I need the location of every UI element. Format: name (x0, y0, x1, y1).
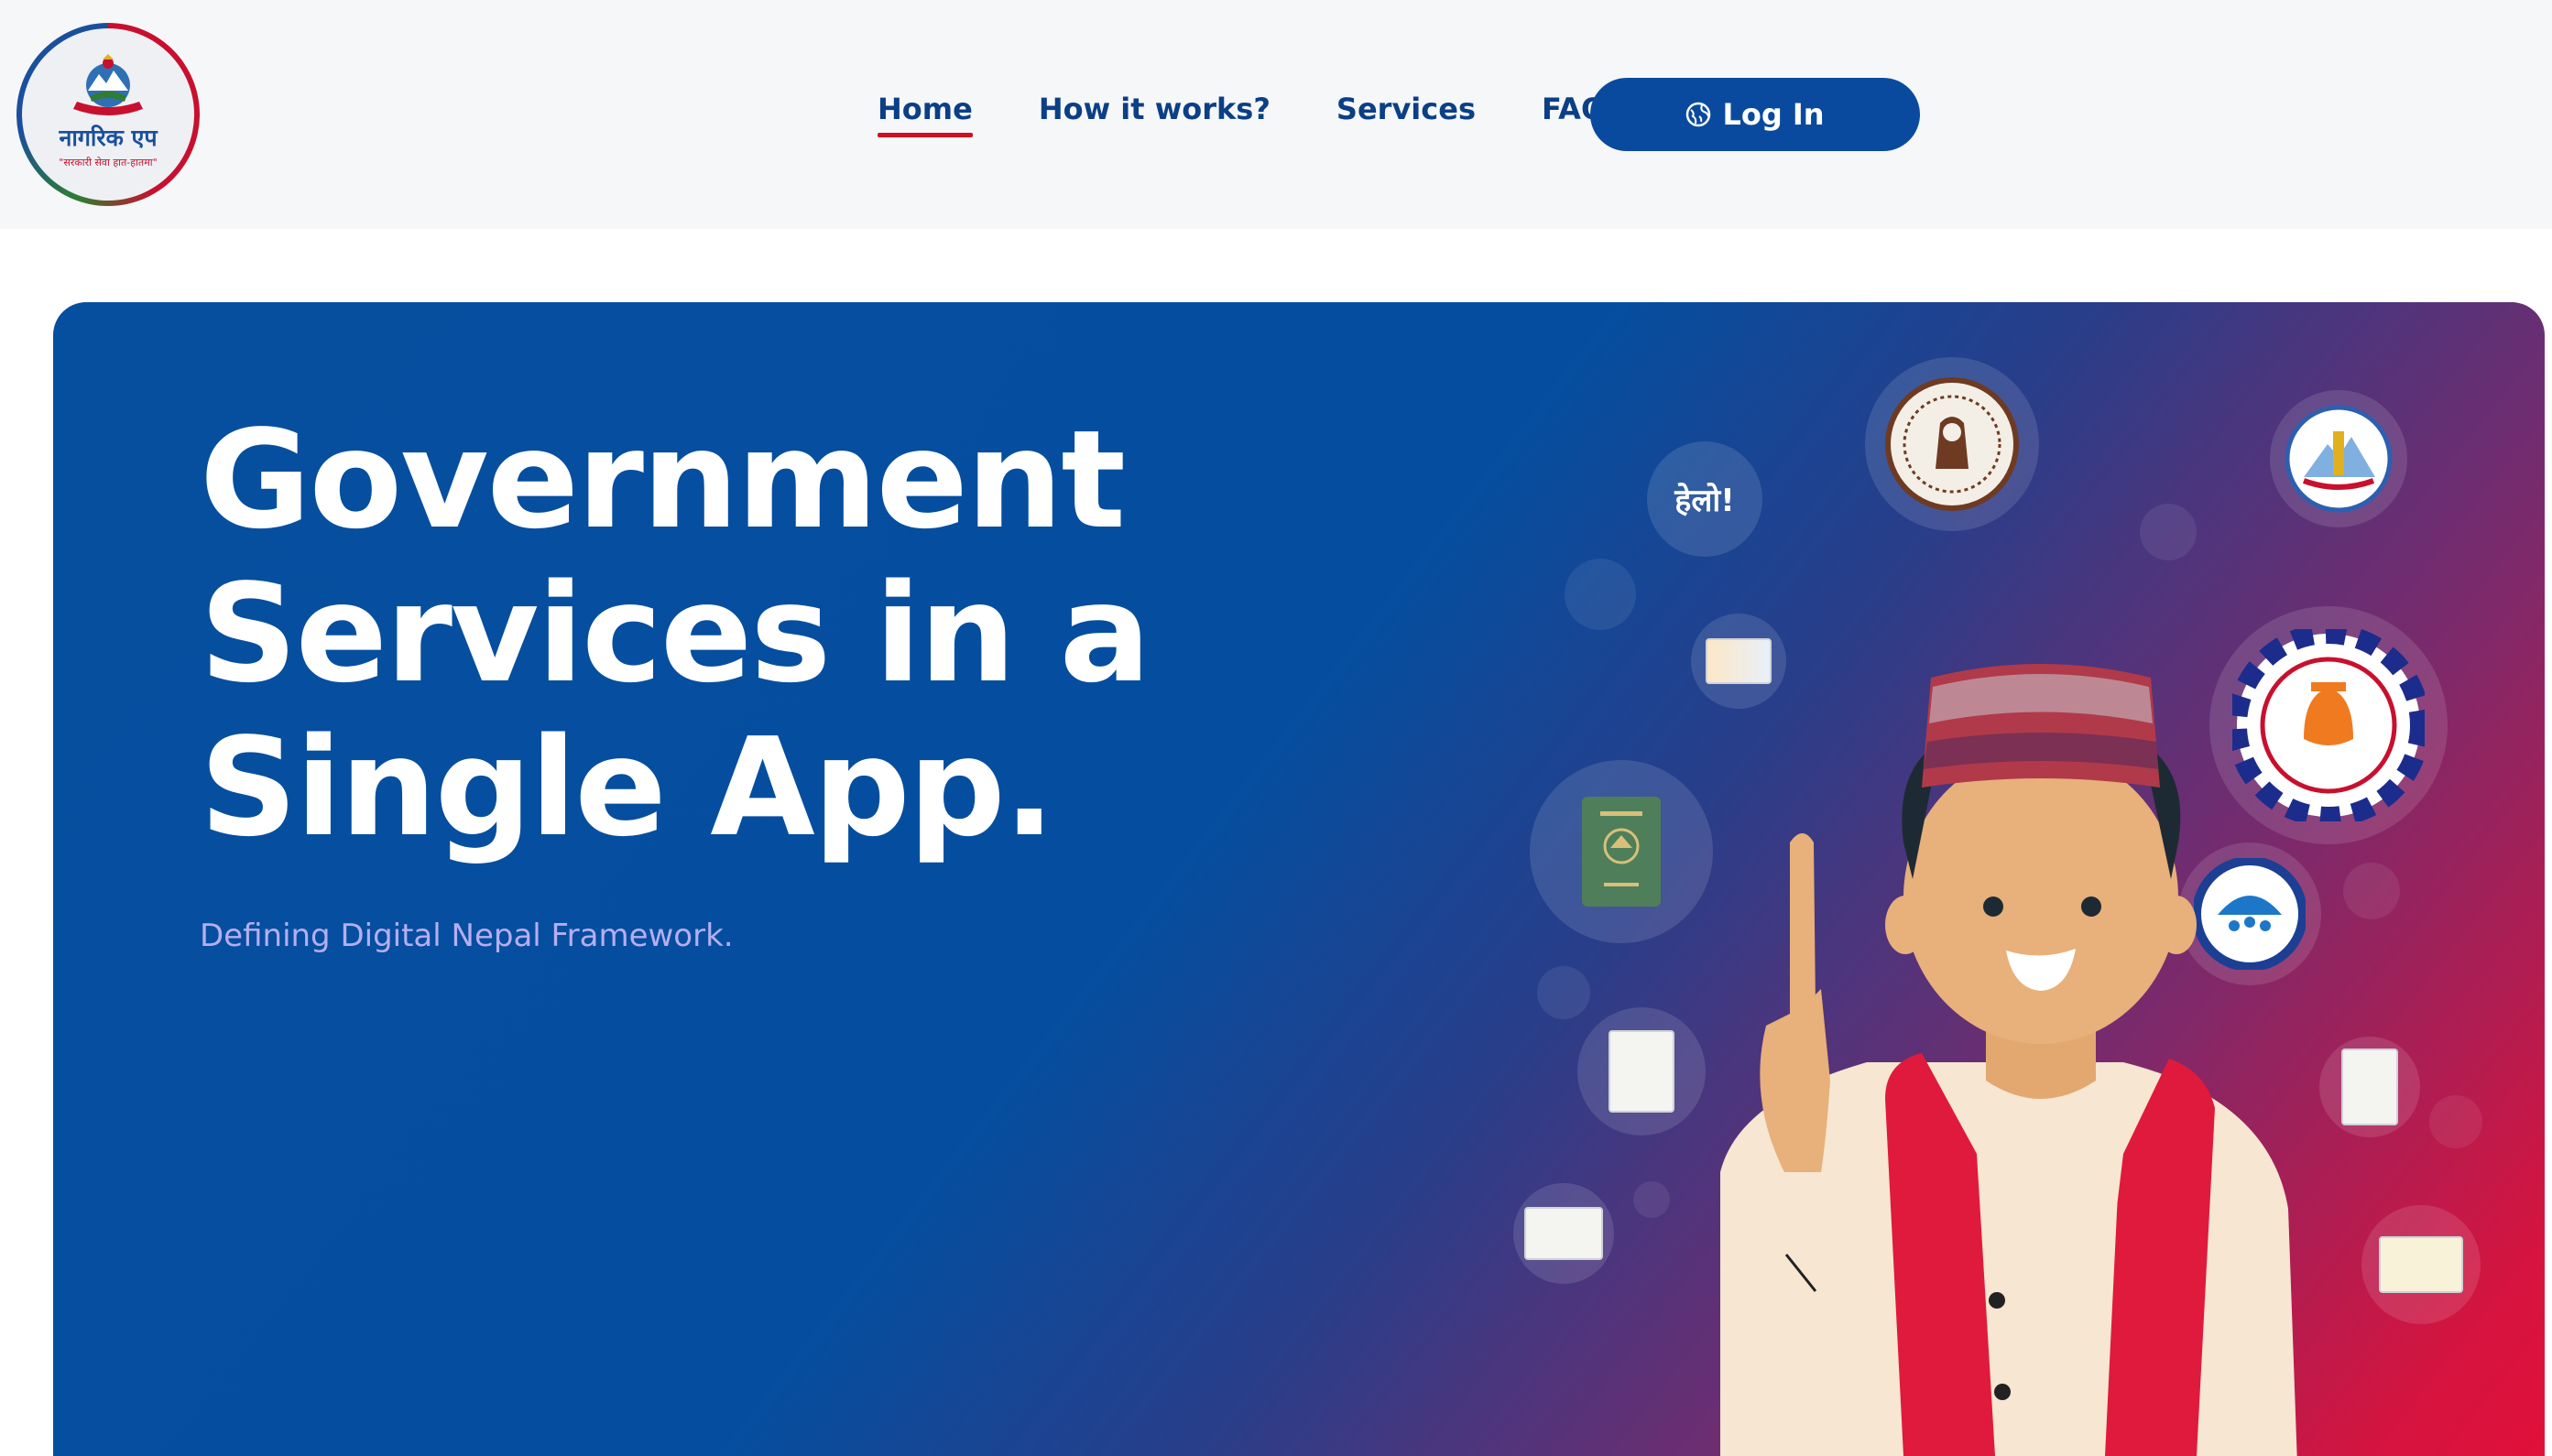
nav-how-it-works[interactable]: How it works? (1039, 92, 1271, 126)
hero-title-line: Government (200, 401, 1126, 559)
logo-inner: नागरिक एप "सरकारी सेवा हात-हातमा" (22, 28, 194, 201)
commission-logo-icon (2270, 390, 2407, 527)
seal-graphic (1885, 377, 2019, 511)
login-label: Log In (1722, 97, 1825, 132)
decor-bubble (2429, 1095, 2482, 1148)
citizenship-card-icon (1513, 1183, 1614, 1284)
logo-title: नागरिक एप (59, 125, 158, 151)
nav-home[interactable]: Home (878, 92, 973, 137)
hero-title-line: Services in a (200, 555, 1151, 712)
government-seal-icon (1865, 357, 2039, 531)
commission-graphic (2285, 405, 2393, 513)
hero-title-line: Single App. (200, 709, 1055, 866)
hero-title: Government Services in a Single App. (200, 403, 1207, 864)
nepal-emblem-icon (73, 54, 143, 115)
globe-icon (1686, 102, 1711, 127)
main-nav: Home How it works? Services FAQS (878, 77, 1693, 141)
login-button[interactable]: Log In (1590, 78, 1920, 151)
site-header: नागरिक एप "सरकारी सेवा हात-हातमा" Home H… (0, 0, 2552, 229)
nav-services[interactable]: Services (1336, 92, 1476, 126)
citizenship-thumbnail (1524, 1207, 1603, 1260)
hero-subtitle: Defining Digital Nepal Framework. (200, 918, 734, 954)
nepali-man-illustration (1720, 664, 2297, 1456)
decor-bubble (1537, 966, 1590, 1019)
hero-banner: Government Services in a Single App. Def… (53, 302, 2545, 1456)
nagarik-app-logo[interactable]: नागरिक एप "सरकारी सेवा हात-हातमा" (16, 23, 200, 206)
logo-tagline: "सरकारी सेवा हात-हातमा" (59, 157, 158, 168)
